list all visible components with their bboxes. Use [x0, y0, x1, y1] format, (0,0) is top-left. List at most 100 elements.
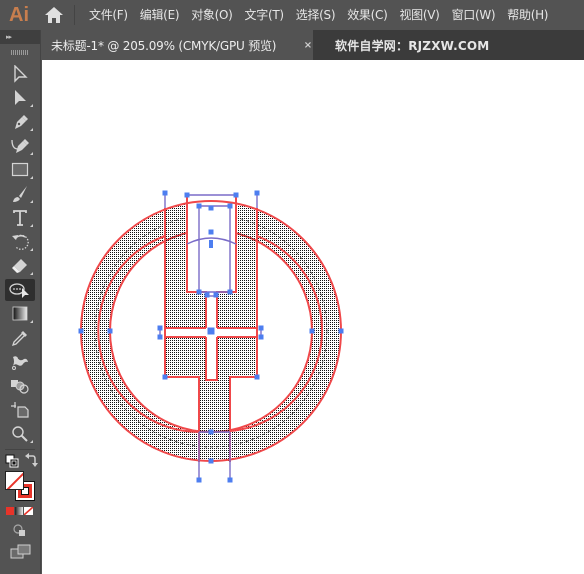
- screen-mode-button[interactable]: [10, 544, 32, 560]
- anchor-point[interactable]: [254, 190, 260, 196]
- gradient-tool[interactable]: [5, 303, 35, 325]
- center-point: [209, 240, 213, 248]
- anchor-point[interactable]: [196, 203, 202, 209]
- eraser-tool[interactable]: [5, 255, 35, 277]
- direct-selection-tool[interactable]: [5, 87, 35, 109]
- fill-swatch[interactable]: [5, 471, 24, 490]
- artboard-icon: [11, 402, 29, 418]
- menu-window[interactable]: 窗口(W): [446, 0, 502, 30]
- document-tab-bar: 未标题-1* @ 205.09% (CMYK/GPU 预览) × 软件自学网：R…: [41, 30, 584, 60]
- menu-object[interactable]: 对象(O): [185, 0, 238, 30]
- menu-view[interactable]: 视图(V): [393, 0, 445, 30]
- rotate-tool[interactable]: [5, 231, 35, 253]
- paintbrush-tool[interactable]: [5, 183, 35, 205]
- puppet-warp-icon: [12, 356, 28, 370]
- anchor-point[interactable]: [254, 374, 260, 380]
- none-color-icon: [6, 472, 23, 489]
- anchor-point[interactable]: [258, 325, 264, 331]
- lasso-tool[interactable]: [5, 279, 35, 301]
- menu-select[interactable]: 选择(S): [290, 0, 341, 30]
- anchor-point[interactable]: [196, 477, 202, 483]
- tools-panel: ▸▸: [0, 30, 41, 574]
- document-tab-label: 未标题-1* @ 205.09% (CMYK/GPU 预览): [51, 38, 277, 53]
- pen-tool[interactable]: [5, 111, 35, 133]
- none-icon: [24, 507, 33, 515]
- anchor-point[interactable]: [78, 328, 84, 334]
- anchor-point[interactable]: [208, 458, 214, 464]
- shape-builder-tool[interactable]: [5, 375, 35, 397]
- anchor-point[interactable]: [208, 429, 214, 435]
- artboard-tool[interactable]: [5, 399, 35, 421]
- anchor-point[interactable]: [208, 229, 214, 235]
- home-icon: [45, 7, 63, 23]
- type-tool[interactable]: [5, 207, 35, 229]
- eraser-icon: [12, 259, 27, 273]
- color-mode-button[interactable]: [6, 507, 14, 515]
- menu-effect[interactable]: 效果(C): [341, 0, 393, 30]
- artboard-canvas[interactable]: [42, 60, 584, 574]
- eyedropper-tool[interactable]: [5, 327, 35, 349]
- collapse-panel-button[interactable]: ▸▸: [0, 30, 40, 44]
- anchor-point[interactable]: [258, 334, 264, 340]
- toolbar-divider: [5, 449, 35, 450]
- swap-arrow-icon: [25, 453, 38, 467]
- anchor-point[interactable]: [227, 203, 233, 209]
- anchor-point[interactable]: [157, 325, 163, 331]
- curvature-tool[interactable]: [5, 135, 35, 157]
- panel-grip[interactable]: [0, 44, 40, 60]
- rectangle-icon: [11, 162, 29, 177]
- shape-builder-icon: [11, 380, 29, 394]
- close-icon[interactable]: ×: [301, 30, 315, 60]
- zoom-tool[interactable]: [5, 423, 35, 445]
- draw-mode-icon: [13, 524, 25, 536]
- anchor-point[interactable]: [207, 327, 215, 335]
- puppet-warp-tool[interactable]: [5, 351, 35, 373]
- none-mode-button[interactable]: [24, 507, 33, 515]
- watermark-tab-label: 软件自学网：RJZXW.COM: [335, 38, 490, 53]
- gradient-icon: [12, 306, 28, 321]
- default-fill-stroke-icon: [5, 454, 19, 468]
- gradient-mode-button[interactable]: [15, 507, 23, 515]
- screen-mode-icon: [10, 544, 31, 559]
- eyedropper-icon: [11, 331, 27, 347]
- anchor-point[interactable]: [208, 205, 214, 211]
- hollow-arrow-icon: [14, 65, 28, 83]
- tab-document[interactable]: 未标题-1* @ 205.09% (CMYK/GPU 预览) ×: [41, 30, 313, 60]
- grip-icon: [11, 49, 29, 55]
- anchor-point[interactable]: [227, 477, 233, 483]
- anchor-point[interactable]: [204, 292, 210, 298]
- lasso-icon: [9, 283, 29, 298]
- anchor-point[interactable]: [338, 328, 344, 334]
- menu-bar: Ai 文件(F) 编辑(E) 对象(O) 文字(T) 选择(S) 效果(C) 视…: [0, 0, 584, 30]
- anchor-point[interactable]: [157, 334, 163, 340]
- anchor-point[interactable]: [196, 289, 202, 295]
- fill-stroke-swatches: [5, 471, 37, 503]
- rectangle-tool[interactable]: [5, 159, 35, 181]
- tab-watermark[interactable]: 软件自学网：RJZXW.COM: [313, 30, 489, 60]
- draw-mode-button[interactable]: [12, 522, 28, 536]
- anchor-point[interactable]: [162, 190, 168, 196]
- anchor-point[interactable]: [162, 374, 168, 380]
- pen-icon: [15, 115, 28, 129]
- menu-type[interactable]: 文字(T): [239, 0, 290, 30]
- anchor-point[interactable]: [233, 192, 239, 198]
- color-mode-buttons: [6, 507, 34, 515]
- brush-icon: [13, 186, 27, 202]
- artwork[interactable]: [42, 60, 584, 574]
- selection-tool[interactable]: [5, 63, 35, 85]
- menu-divider: [74, 5, 75, 25]
- menu-edit[interactable]: 编辑(E): [134, 0, 185, 30]
- home-button[interactable]: [38, 0, 70, 30]
- type-icon: [13, 210, 27, 226]
- anchor-point[interactable]: [213, 292, 219, 298]
- anchor-point[interactable]: [184, 192, 190, 198]
- curvature-pen-icon: [11, 139, 29, 153]
- anchor-point[interactable]: [227, 289, 233, 295]
- menu-help[interactable]: 帮助(H): [501, 0, 554, 30]
- anchor-point[interactable]: [107, 328, 113, 334]
- anchor-point[interactable]: [309, 328, 315, 334]
- rotate-icon: [12, 234, 29, 250]
- default-colors-button[interactable]: [5, 453, 19, 468]
- swap-colors-button[interactable]: [24, 452, 38, 468]
- menu-file[interactable]: 文件(F): [83, 0, 134, 30]
